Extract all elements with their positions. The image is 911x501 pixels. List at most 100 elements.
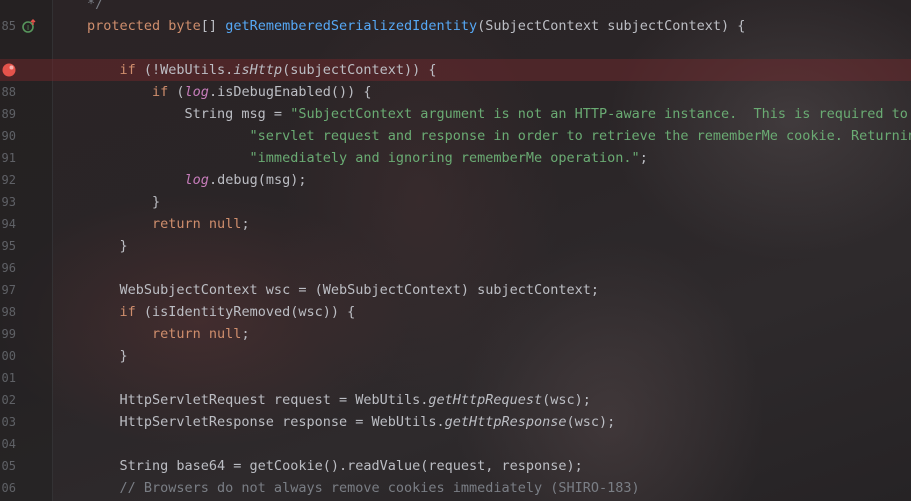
- line-number: 06: [1, 481, 16, 495]
- code-line[interactable]: 04: [0, 433, 911, 455]
- line-number: 88: [1, 85, 16, 99]
- code-text[interactable]: String msg = "SubjectContext argument is…: [87, 103, 911, 125]
- code-text[interactable]: return null;: [87, 213, 250, 235]
- code-token: if: [87, 84, 177, 100]
- code-line[interactable]: 90 "servlet request and response in orde…: [0, 125, 911, 147]
- line-number: 92: [1, 173, 16, 187]
- code-token: isHttp: [233, 62, 283, 78]
- code-token: }: [87, 238, 128, 254]
- code-line[interactable]: 95 }: [0, 235, 911, 257]
- code-line[interactable]: 00 }: [0, 345, 911, 367]
- line-number: 94: [1, 217, 16, 231]
- code-token: return null: [87, 216, 242, 232]
- code-text[interactable]: HttpServletRequest request = WebUtils.ge…: [87, 389, 591, 411]
- line-number: 91: [1, 151, 16, 165]
- line-number: 99: [1, 327, 16, 341]
- code-token: (!WebUtils.: [143, 62, 234, 78]
- code-token: }: [87, 348, 128, 364]
- code-text[interactable]: "immediately and ignoring rememberMe ope…: [87, 147, 648, 169]
- line-number: 89: [1, 107, 16, 121]
- code-token: ;: [639, 150, 648, 166]
- line-number: 98: [1, 305, 16, 319]
- code-token: protected: [87, 18, 169, 34]
- code-text[interactable]: if (log.isDebugEnabled()) {: [87, 81, 372, 103]
- code-line[interactable]: 03 HttpServletResponse response = WebUti…: [0, 411, 911, 433]
- line-number: 04: [1, 437, 16, 451]
- code-line[interactable]: 93 }: [0, 191, 911, 213]
- code-line[interactable]: 01: [0, 367, 911, 389]
- code-editor[interactable]: */ 85 Iprotected byte[] getRememberedSeria…: [0, 0, 911, 501]
- code-line[interactable]: 89 String msg = "SubjectContext argument…: [0, 103, 911, 125]
- code-text[interactable]: }: [87, 235, 128, 257]
- code-text[interactable]: HttpServletResponse response = WebUtils.…: [87, 411, 616, 433]
- code-token: (: [176, 84, 185, 100]
- code-token: HttpServletResponse response = WebUtils.: [87, 414, 445, 430]
- code-token: "SubjectContext argument is not an HTTP-…: [290, 106, 911, 122]
- code-line[interactable]: 94 return null;: [0, 213, 911, 235]
- code-text[interactable]: "servlet request and response in order t…: [87, 125, 911, 147]
- code-token: .debug(msg);: [208, 172, 307, 188]
- code-token: HttpServletRequest request = WebUtils.: [87, 392, 429, 408]
- code-token: String msg =: [87, 106, 291, 122]
- code-token: ;: [241, 326, 250, 342]
- line-number: 96: [1, 261, 16, 275]
- code-text[interactable]: if (!WebUtils.isHttp(subjectContext)) {: [87, 59, 437, 81]
- line-number: 00: [1, 349, 16, 363]
- code-line[interactable]: 02 HttpServletRequest request = WebUtils…: [0, 389, 911, 411]
- code-text[interactable]: return null;: [87, 323, 250, 345]
- code-line[interactable]: 99 return null;: [0, 323, 911, 345]
- code-token: log: [184, 84, 209, 100]
- implements-method-icon[interactable]: I: [22, 19, 36, 33]
- breakpoint-icon[interactable]: [2, 63, 16, 77]
- code-line[interactable]: [0, 37, 911, 59]
- line-number: 85: [1, 19, 16, 33]
- code-token: (wsc);: [542, 392, 591, 408]
- code-text[interactable]: protected byte[] getRememberedSerialized…: [87, 15, 745, 37]
- line-number: 93: [1, 195, 16, 209]
- code-token: getHttpRequest: [428, 392, 543, 408]
- code-token: .isDebugEnabled()) {: [208, 84, 372, 100]
- code-token: log: [184, 172, 209, 188]
- code-token: }: [87, 194, 161, 210]
- code-token: return null: [87, 326, 242, 342]
- code-line[interactable]: 91 "immediately and ignoring rememberMe …: [0, 147, 911, 169]
- code-token: getHttpResponse: [444, 414, 567, 430]
- code-token: "immediately and ignoring rememberMe ope…: [87, 150, 640, 166]
- code-token: if: [87, 62, 144, 78]
- code-line[interactable]: */: [0, 0, 911, 15]
- code-line[interactable]: 85 Iprotected byte[] getRememberedSeriali…: [0, 15, 911, 37]
- code-token: "servlet request and response in order t…: [87, 128, 911, 144]
- code-token: (SubjectContext subjectContext) {: [477, 18, 746, 34]
- code-line[interactable]: 88 if (log.isDebugEnabled()) {: [0, 81, 911, 103]
- code-token: (subjectContext)) {: [282, 62, 437, 78]
- code-token: WebSubjectContext wsc = (WebSubjectConte…: [87, 282, 600, 298]
- code-line[interactable]: 98 if (isIdentityRemoved(wsc)) {: [0, 301, 911, 323]
- code-line[interactable]: 97 WebSubjectContext wsc = (WebSubjectCo…: [0, 279, 911, 301]
- line-number: 01: [1, 371, 16, 385]
- code-text[interactable]: WebSubjectContext wsc = (WebSubjectConte…: [87, 279, 600, 301]
- line-number: 03: [1, 415, 16, 429]
- code-text[interactable]: String base64 = getCookie().readValue(re…: [87, 455, 583, 477]
- line-number: 95: [1, 239, 16, 253]
- code-token: (wsc);: [566, 414, 616, 430]
- code-line[interactable]: 92 log.debug(msg);: [0, 169, 911, 191]
- code-text[interactable]: */: [87, 0, 103, 15]
- line-number: 02: [1, 393, 16, 407]
- code-text[interactable]: }: [87, 345, 128, 367]
- code-token: getRememberedSerializedIdentity: [225, 18, 478, 34]
- code-line[interactable]: 05 String base64 = getCookie().readValue…: [0, 455, 911, 477]
- line-number: 90: [1, 129, 16, 143]
- code-line[interactable]: 96: [0, 257, 911, 279]
- line-number: 97: [1, 283, 16, 297]
- code-text[interactable]: log.debug(msg);: [87, 169, 307, 191]
- code-token: */: [87, 0, 104, 12]
- code-line[interactable]: 06 // Browsers do not always remove cook…: [0, 477, 911, 499]
- code-line-breakpoint[interactable]: if (!WebUtils.isHttp(subjectContext)) {: [0, 59, 911, 81]
- code-token: ;: [241, 216, 250, 232]
- code-text[interactable]: // Browsers do not always remove cookies…: [87, 477, 640, 499]
- code-text[interactable]: }: [87, 191, 160, 213]
- code-token: (isIdentityRemoved(wsc)) {: [143, 304, 356, 320]
- code-token: // Browsers do not always remove cookies…: [87, 480, 640, 496]
- code-text[interactable]: if (isIdentityRemoved(wsc)) {: [87, 301, 356, 323]
